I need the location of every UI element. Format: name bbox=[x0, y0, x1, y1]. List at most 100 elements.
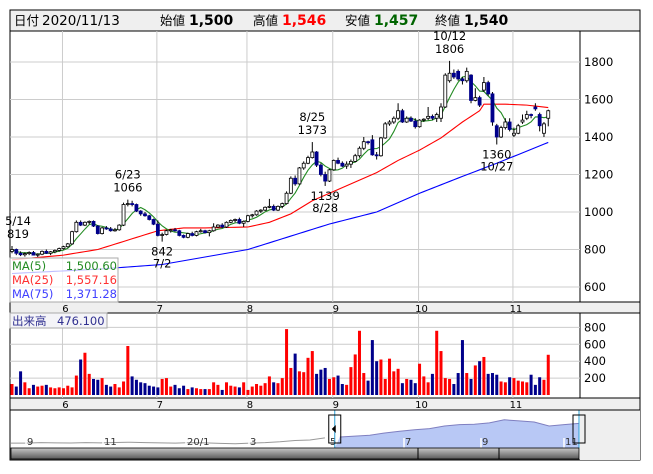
volume-bar bbox=[439, 351, 443, 395]
candle-down bbox=[323, 174, 328, 182]
volume-bar bbox=[147, 385, 151, 395]
candle-up bbox=[447, 72, 452, 82]
volume-bar bbox=[332, 377, 336, 395]
navigator-tick-label: 3 bbox=[250, 437, 256, 448]
high-value: 1,546 bbox=[282, 13, 326, 29]
axis-labels: 6008001000120014001600180066778899101011… bbox=[62, 55, 613, 411]
volume-value: 476.100 bbox=[57, 314, 105, 328]
candle-up bbox=[254, 210, 259, 216]
volume-bar bbox=[10, 384, 14, 395]
candle-up bbox=[121, 204, 126, 226]
annotation-top: 5/14 bbox=[5, 214, 31, 228]
volume-bar bbox=[486, 373, 490, 395]
candle-up bbox=[331, 160, 336, 171]
candle-up bbox=[327, 169, 332, 182]
volume-bar bbox=[533, 384, 537, 395]
volume-bar bbox=[490, 373, 494, 395]
candle-up bbox=[70, 231, 74, 245]
volume-bar bbox=[310, 351, 314, 395]
price-tick-label: 1000 bbox=[584, 205, 613, 219]
volume-bar bbox=[23, 382, 27, 395]
open-label: 始値 bbox=[160, 13, 185, 28]
volume-bar bbox=[74, 375, 78, 395]
candle-up bbox=[246, 215, 250, 222]
month-label: 7 bbox=[157, 400, 163, 411]
candle-down bbox=[130, 203, 135, 205]
candle-down bbox=[314, 151, 319, 166]
volume-bar bbox=[340, 384, 344, 395]
volume-bar bbox=[44, 384, 48, 395]
candle-up bbox=[280, 203, 285, 207]
volume-bar bbox=[542, 379, 546, 395]
volume-bar bbox=[117, 387, 121, 395]
candle-up bbox=[211, 226, 216, 232]
volume-bar bbox=[216, 384, 220, 395]
month-label: 8 bbox=[247, 304, 253, 315]
volume-bar bbox=[370, 340, 374, 395]
volume-bar bbox=[482, 356, 486, 395]
candle-up bbox=[301, 162, 306, 169]
volume-bar bbox=[345, 384, 349, 395]
navigator-tick-label: 20/1 bbox=[187, 437, 209, 448]
volume-bar bbox=[388, 358, 392, 395]
volume-bar bbox=[293, 353, 297, 395]
ma25-label: MA(25) bbox=[12, 273, 53, 287]
volume-bar bbox=[366, 380, 370, 395]
volume-bar bbox=[473, 365, 477, 395]
volume-bar bbox=[297, 371, 301, 395]
annotation-bottom: 7/2 bbox=[153, 257, 172, 271]
candle-down bbox=[181, 235, 186, 238]
volume-bar bbox=[302, 372, 306, 395]
month-label: 6 bbox=[62, 400, 68, 411]
ma25-value: 1,557.16 bbox=[66, 273, 117, 287]
candle-down bbox=[14, 249, 19, 254]
candle-down bbox=[507, 121, 512, 130]
candle-up bbox=[224, 221, 229, 228]
volume-tick-label: 800 bbox=[584, 320, 606, 334]
volume-bar bbox=[143, 383, 147, 395]
volume-bar bbox=[66, 385, 70, 395]
candle-up bbox=[27, 252, 32, 255]
volume-bar bbox=[53, 388, 57, 395]
volume-bar bbox=[242, 382, 246, 395]
candle-up bbox=[361, 141, 366, 149]
range-navigator[interactable]: 9 11 20/1 3 5 7 9 11 bbox=[10, 409, 640, 460]
volume-bar bbox=[379, 359, 383, 395]
volume-bar bbox=[14, 386, 18, 395]
month-label: 11 bbox=[510, 400, 523, 411]
volume-bar bbox=[375, 361, 379, 395]
volume-bar bbox=[109, 386, 113, 395]
navigator-scrollbar[interactable] bbox=[10, 447, 580, 460]
month-label: 9 bbox=[333, 400, 339, 411]
candle-up bbox=[125, 203, 130, 205]
annotations: 5/148196/2310668427/28/25137311398/2810/… bbox=[5, 29, 513, 271]
candle-up bbox=[113, 229, 117, 232]
candle-down bbox=[413, 120, 418, 128]
candle-up bbox=[421, 118, 426, 121]
candle-up bbox=[258, 209, 263, 212]
volume-bar bbox=[113, 384, 117, 395]
volume-bar bbox=[267, 376, 271, 395]
navigator-tick-label: 7 bbox=[405, 437, 411, 448]
volume-bar bbox=[100, 378, 104, 395]
candle-up bbox=[396, 110, 401, 119]
candle-down bbox=[177, 230, 182, 236]
volume-bar bbox=[400, 383, 404, 395]
volume-bar bbox=[190, 387, 194, 395]
volume-bar bbox=[87, 373, 91, 395]
ma75-value: 1,371.28 bbox=[66, 287, 117, 301]
volume-bar bbox=[220, 389, 224, 395]
candle-up bbox=[288, 177, 293, 194]
volume-bar bbox=[31, 384, 35, 395]
volume-bar bbox=[225, 382, 228, 395]
candle-up bbox=[344, 163, 349, 167]
month-axis-volume bbox=[9, 397, 641, 411]
volume-bar bbox=[392, 371, 396, 395]
candle-up bbox=[379, 137, 383, 157]
annotation-bottom: 8/28 bbox=[312, 201, 338, 215]
candle-down bbox=[456, 70, 461, 80]
volume-tick-label: 400 bbox=[584, 354, 606, 368]
volume-bar bbox=[27, 388, 31, 395]
price-tick-label: 1600 bbox=[584, 93, 613, 107]
candle-up bbox=[194, 231, 199, 236]
